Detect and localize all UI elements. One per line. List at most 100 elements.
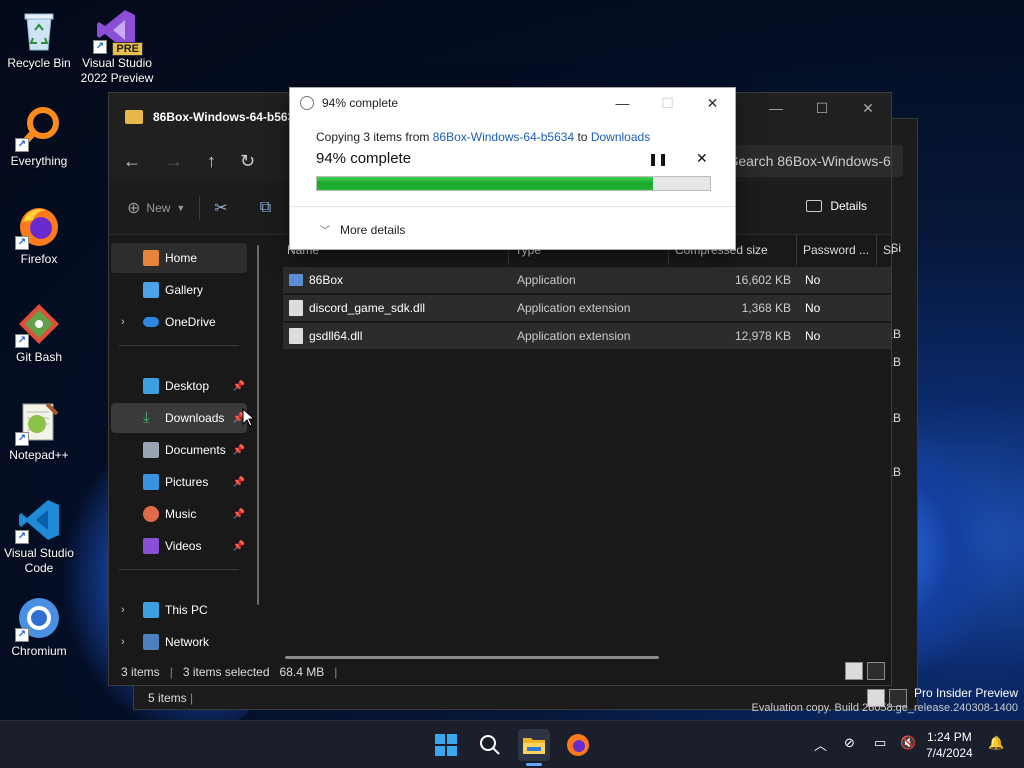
onedrive-icon <box>143 317 159 327</box>
volume-muted-icon[interactable]: 🔇 <box>900 735 916 751</box>
pin-icon[interactable]: 📌 <box>233 509 245 520</box>
sidebar-item-home[interactable]: Home <box>111 243 247 273</box>
sidebar-item-videos[interactable]: Videos 📌 <box>111 531 247 561</box>
tiles-view-button[interactable] <box>867 662 885 680</box>
taskbar-firefox[interactable] <box>562 729 594 761</box>
sidebar-item-network[interactable]: › Network <box>111 627 247 657</box>
gallery-icon <box>143 282 159 298</box>
build-watermark: Pro Insider Preview Evaluation copy. Bui… <box>751 686 1018 714</box>
details-view-button[interactable] <box>845 662 863 680</box>
dialog-title: 94% complete <box>322 96 399 110</box>
dialog-minimize-button[interactable]: — <box>600 88 645 118</box>
chevron-right-icon[interactable]: › <box>121 316 125 328</box>
taskbar-file-explorer[interactable] <box>518 729 550 761</box>
new-button[interactable]: ⊕ New ▼ <box>127 198 185 218</box>
selection-count: 3 items selected <box>182 665 270 679</box>
desktop-icon-vscode[interactable]: ↗ Visual Studio Code <box>1 498 77 576</box>
dialog-maximize-button: ☐ <box>661 94 674 111</box>
close-window-button[interactable]: ✕ <box>845 93 891 123</box>
progress-bar <box>316 176 711 191</box>
firefox-icon <box>567 734 589 756</box>
column-header-password[interactable]: Password ... <box>797 235 877 265</box>
file-list: Name Type Compressed size Password ... S… <box>281 235 894 659</box>
sidebar-item-this-pc[interactable]: › This PC <box>111 595 247 625</box>
dialog-close-button[interactable]: ✕ <box>690 88 735 118</box>
sidebar-scrollbar[interactable] <box>257 245 259 605</box>
progress-bar-fill <box>317 177 653 190</box>
display-icon[interactable]: ▭ <box>874 735 886 751</box>
shortcut-arrow-icon: ↗ <box>15 628 29 642</box>
active-app-indicator <box>526 763 542 766</box>
music-icon <box>143 506 159 522</box>
desktop-icon-notepad-plus-plus[interactable]: ↗ Notepad++ <box>1 400 77 463</box>
window-title: 86Box-Windows-64-b5634 <box>153 110 301 124</box>
start-button[interactable] <box>430 729 462 761</box>
source-folder-link[interactable]: 86Box-Windows-64-b5634 <box>433 130 574 144</box>
visual-studio-icon: PRE ↗ <box>93 8 143 56</box>
refresh-icon[interactable]: ↻ <box>240 151 255 172</box>
chevron-down-icon: ▼ <box>176 202 186 213</box>
desktop-folder-icon <box>143 378 159 394</box>
network-icon <box>143 634 159 650</box>
dialog-titlebar[interactable]: 94% complete — ☐ ✕ <box>290 88 735 118</box>
destination-folder-link[interactable]: Downloads <box>591 130 650 144</box>
desktop-icon-git-bash[interactable]: ↗ Git Bash <box>1 302 77 365</box>
sidebar-item-music[interactable]: Music 📌 <box>111 499 247 529</box>
sidebar-item-gallery[interactable]: Gallery <box>111 275 247 305</box>
pin-icon[interactable]: 📌 <box>233 541 245 552</box>
forward-arrow-icon[interactable]: → <box>165 151 183 172</box>
notification-bell-icon[interactable]: 🔔 <box>988 735 1004 751</box>
desktop-icon-everything[interactable]: ↗ Everything <box>1 106 77 169</box>
background-status-text: 5 items | <box>148 691 194 705</box>
file-row[interactable]: gsdll64.dll Application extension 12,978… <box>283 323 891 349</box>
folder-icon <box>125 110 143 124</box>
shortcut-arrow-icon: ↗ <box>15 530 29 544</box>
system-clock[interactable]: 1:24 PM 7/4/2024 <box>926 729 973 761</box>
cancel-button[interactable]: ✕ <box>696 150 708 167</box>
details-pane-icon <box>806 200 823 212</box>
documents-icon <box>143 442 159 458</box>
sidebar-item-pictures[interactable]: Pictures 📌 <box>111 467 247 497</box>
chevron-right-icon[interactable]: › <box>121 604 125 616</box>
application-icon <box>289 274 303 286</box>
pause-button[interactable]: ❚❚ <box>648 152 668 166</box>
chevron-down-icon: ﹀ <box>320 226 330 237</box>
sidebar-item-desktop[interactable]: Desktop 📌 <box>111 371 247 401</box>
sidebar-item-documents[interactable]: Documents 📌 <box>111 435 247 465</box>
sidebar-item-onedrive[interactable]: › OneDrive <box>111 307 247 337</box>
desktop-icon-recycle-bin[interactable]: Recycle Bin <box>1 8 77 71</box>
navigation-pane: Home Gallery › OneDrive Desktop 📌 ⤓ Down… <box>109 235 267 659</box>
desktop-icon-firefox[interactable]: ↗ Firefox <box>1 204 77 267</box>
copy-icon[interactable]: ⧉ <box>260 199 271 217</box>
pin-icon[interactable]: 📌 <box>233 381 245 392</box>
show-hidden-icons-chevron-icon[interactable]: ︿ <box>814 735 827 754</box>
clock-icon <box>300 96 314 110</box>
cut-icon[interactable]: ✂ <box>214 198 227 218</box>
more-details-toggle[interactable]: ﹀ More details <box>320 222 405 238</box>
network-disconnected-icon[interactable]: ⊘ <box>844 735 855 751</box>
recycle-bin-icon <box>17 8 61 52</box>
copy-progress-dialog[interactable]: 94% complete — ☐ ✕ Copying 3 items from … <box>289 87 736 250</box>
sidebar-item-downloads[interactable]: ⤓ Downloads 📌 <box>111 403 247 433</box>
taskbar-search-button[interactable] <box>474 729 506 761</box>
file-row[interactable]: 86Box Application 16,602 KB No <box>283 267 891 293</box>
shortcut-arrow-icon: ↗ <box>15 334 29 348</box>
back-arrow-icon[interactable]: ← <box>123 151 141 172</box>
desktop-icon-chromium[interactable]: ↗ Chromium <box>1 596 77 659</box>
search-input[interactable]: Search 86Box-Windows-64-b5634 <box>721 145 891 177</box>
details-pane-button[interactable]: Details <box>806 199 867 213</box>
chevron-right-icon[interactable]: › <box>121 636 125 648</box>
pin-icon[interactable]: 📌 <box>233 477 245 488</box>
file-row[interactable]: discord_game_sdk.dll Application extensi… <box>283 295 891 321</box>
up-arrow-icon[interactable]: ↑ <box>207 151 216 172</box>
desktop-icon-visual-studio[interactable]: PRE ↗ Visual Studio 2022 Preview <box>79 8 155 86</box>
column-header-size[interactable]: Si <box>877 235 897 265</box>
minimize-button[interactable]: — <box>753 93 799 123</box>
shortcut-arrow-icon: ↗ <box>15 138 29 152</box>
status-bar: 3 items | 3 items selected 68.4 MB | <box>109 659 891 685</box>
dll-file-icon <box>289 328 303 344</box>
pin-icon[interactable]: 📌 <box>233 445 245 456</box>
maximize-button[interactable]: ☐ <box>799 93 845 123</box>
vscode-icon: ↗ <box>15 498 61 544</box>
preview-badge: PRE <box>112 42 143 56</box>
